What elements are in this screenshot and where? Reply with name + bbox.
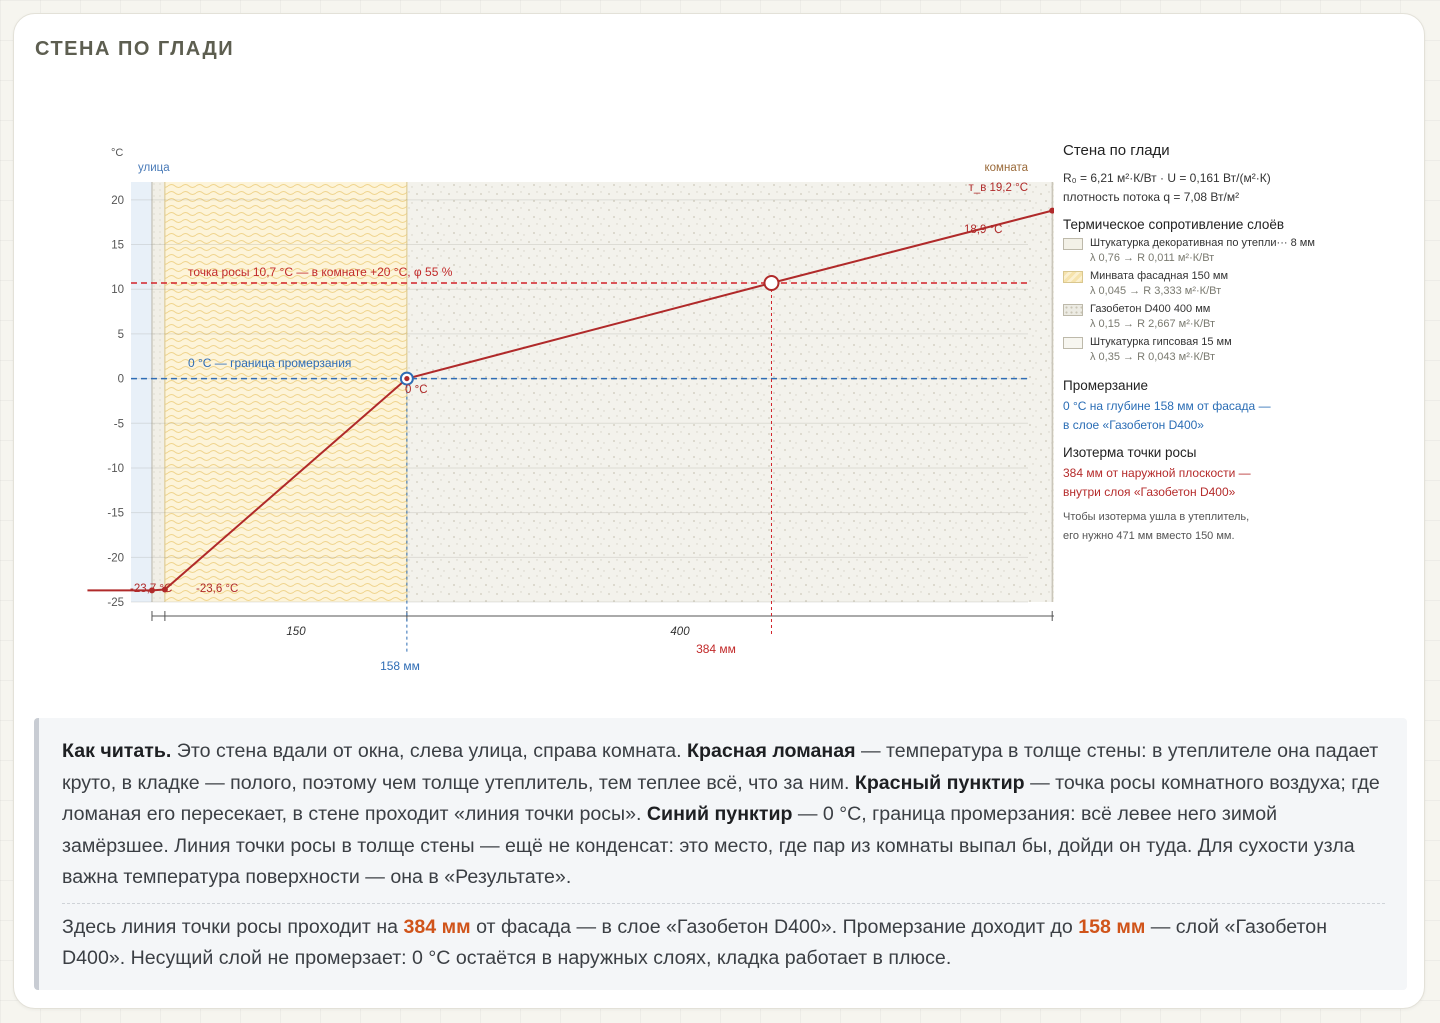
- freeze-text-1: 0 °C на глубине 158 мм от фасада —: [1063, 399, 1271, 413]
- how-to-read-box: Как читать. Это стена вдали от окна, сле…: [34, 718, 1407, 990]
- legend-layer-mineral-wool: Минвата фасадная 150 мм λ 0,045 → R 3,33…: [1063, 269, 1363, 302]
- how-to-read-paragraph: Как читать. Это стена вдали от окна, сле…: [62, 736, 1385, 894]
- dew-text-2: внутри слоя «Газобетон D400»: [1063, 485, 1236, 499]
- freeze-depth-highlight: 158 мм: [1078, 915, 1146, 938]
- summary-text: Здесь линия точки росы проходит на: [62, 915, 404, 938]
- freeze-text-2: в слое «Газобетон D400»: [1063, 418, 1204, 432]
- layer-resistance: λ 0,76 → R 0,011 м²·К/Вт: [1090, 252, 1215, 264]
- heat-flux-line: плотность потока q = 7,08 Вт/м²: [1063, 190, 1240, 204]
- dew-line-label: точка росы 10,7 °C — в комнате +20 °C, φ…: [188, 265, 453, 279]
- y-unit-label: °C: [111, 147, 123, 159]
- layer-name: Штукатурка декоративная по утепли··· 8 м…: [1090, 237, 1315, 249]
- freeze-line-label: 0 °C — граница промерзания: [188, 356, 351, 370]
- dew-text-1: 384 мм от наружной плоскости —: [1063, 466, 1251, 480]
- decor-plaster-swatch: [1063, 238, 1083, 250]
- explain-bold: Красный пунктир: [854, 771, 1025, 794]
- summary-text: от фасада — в слое «Газобетон D400». Про…: [470, 915, 1079, 938]
- dew-title: Изотерма точки росы: [1063, 445, 1197, 460]
- note-line-2: его нужно 471 мм вместо 150 мм.: [1063, 530, 1235, 542]
- aerated-concrete-swatch: [1063, 304, 1083, 316]
- summary-paragraph: Здесь линия точки росы проходит на 384 м…: [62, 912, 1385, 975]
- zero-point-label: 0 °C: [405, 384, 428, 396]
- y-tick-label: 0: [118, 374, 124, 386]
- layer-resistance: λ 0,045 → R 3,333 м²·К/Вт: [1090, 285, 1222, 297]
- dew-depth-highlight: 384 мм: [403, 915, 471, 938]
- dew-point-marker: [763, 274, 780, 291]
- legend-layer-decor-plaster: Штукатурка декоративная по утепли··· 8 м…: [1063, 236, 1363, 269]
- temperature-chart: 20151050-5-10-15-20-25 °C улица комната …: [87, 147, 1054, 673]
- explain-bold: Красная ломаная: [687, 740, 856, 762]
- y-tick-label: -25: [107, 597, 124, 609]
- resistance-line: R₀ = 6,21 м²·К/Вт · U = 0,161 Вт/(м²·К): [1063, 171, 1271, 185]
- mineral-wool-swatch: [1063, 271, 1083, 283]
- street-label: улица: [138, 162, 170, 174]
- y-tick-label: 20: [111, 195, 124, 207]
- note-line-1: Чтобы изотерма ушла в утеплитель,: [1063, 511, 1250, 523]
- legend-title: Стена по глади: [1063, 142, 1170, 159]
- explain-text: Это стена вдали от окна, слева улица, сп…: [171, 740, 688, 762]
- layer-resistance: λ 0,35 → R 0,043 м²·К/Вт: [1090, 351, 1216, 363]
- layer-resistance: λ 0,15 → R 2,667 м²·К/Вт: [1090, 318, 1216, 330]
- inner-surface-label: 18,9 °C: [964, 224, 1002, 236]
- y-tick-label: -15: [107, 508, 124, 520]
- dew-depth-label: 384 мм: [696, 642, 736, 656]
- gypsum-plaster-swatch: [1063, 337, 1083, 349]
- layer-name: Газобетон D400 400 мм: [1090, 303, 1211, 315]
- y-tick-label: -5: [114, 418, 124, 430]
- dim-label-wool: 150: [286, 626, 306, 638]
- layer-name: Штукатурка гипсовая 15 мм: [1090, 336, 1232, 348]
- explain-bold: Синий пунктир: [646, 803, 793, 825]
- y-tick-label: -10: [107, 463, 124, 475]
- y-tick-label: 5: [118, 329, 124, 341]
- card: СТЕНА ПО ГЛАДИ 20 15 10 5 0 -5 -10 -15 -20 -25: [13, 13, 1425, 1009]
- dim-label-gas: 400: [670, 626, 690, 638]
- freeze-point-dot: [404, 375, 410, 382]
- layers-title: Термическое сопротивление слоёв: [1063, 217, 1285, 232]
- how-to-read-lead: Как читать.: [62, 740, 172, 762]
- layer-name: Минвата фасадная 150 мм: [1090, 270, 1229, 282]
- explain-divider: [62, 902, 1385, 904]
- freeze-depth-label: 158 мм: [380, 659, 420, 673]
- insulation-note: Чтобы изотерма ушла в утеплитель, его ну…: [1063, 508, 1363, 546]
- room-label: комната: [985, 162, 1029, 174]
- chart-legend: Стена по глади R₀ = 6,21 м²·К/Вт · U = 0…: [1063, 142, 1363, 546]
- legend-layer-aerated-concrete: Газобетон D400 400 мм λ 0,15 → R 2,667 м…: [1063, 302, 1363, 335]
- y-tick-label: -20: [107, 552, 124, 564]
- outer-surface-label: -23,6 °C: [196, 583, 238, 595]
- freeze-title: Промерзание: [1063, 378, 1149, 393]
- inside-air-label: т_в 19,2 °C: [969, 182, 1028, 194]
- outside-air-label: -23,7 °C: [130, 583, 172, 595]
- legend-layer-gypsum-plaster: Штукатурка гипсовая 15 мм λ 0,35 → R 0,0…: [1063, 335, 1363, 368]
- y-tick-label: 15: [111, 240, 124, 252]
- y-tick-label: 10: [111, 284, 124, 296]
